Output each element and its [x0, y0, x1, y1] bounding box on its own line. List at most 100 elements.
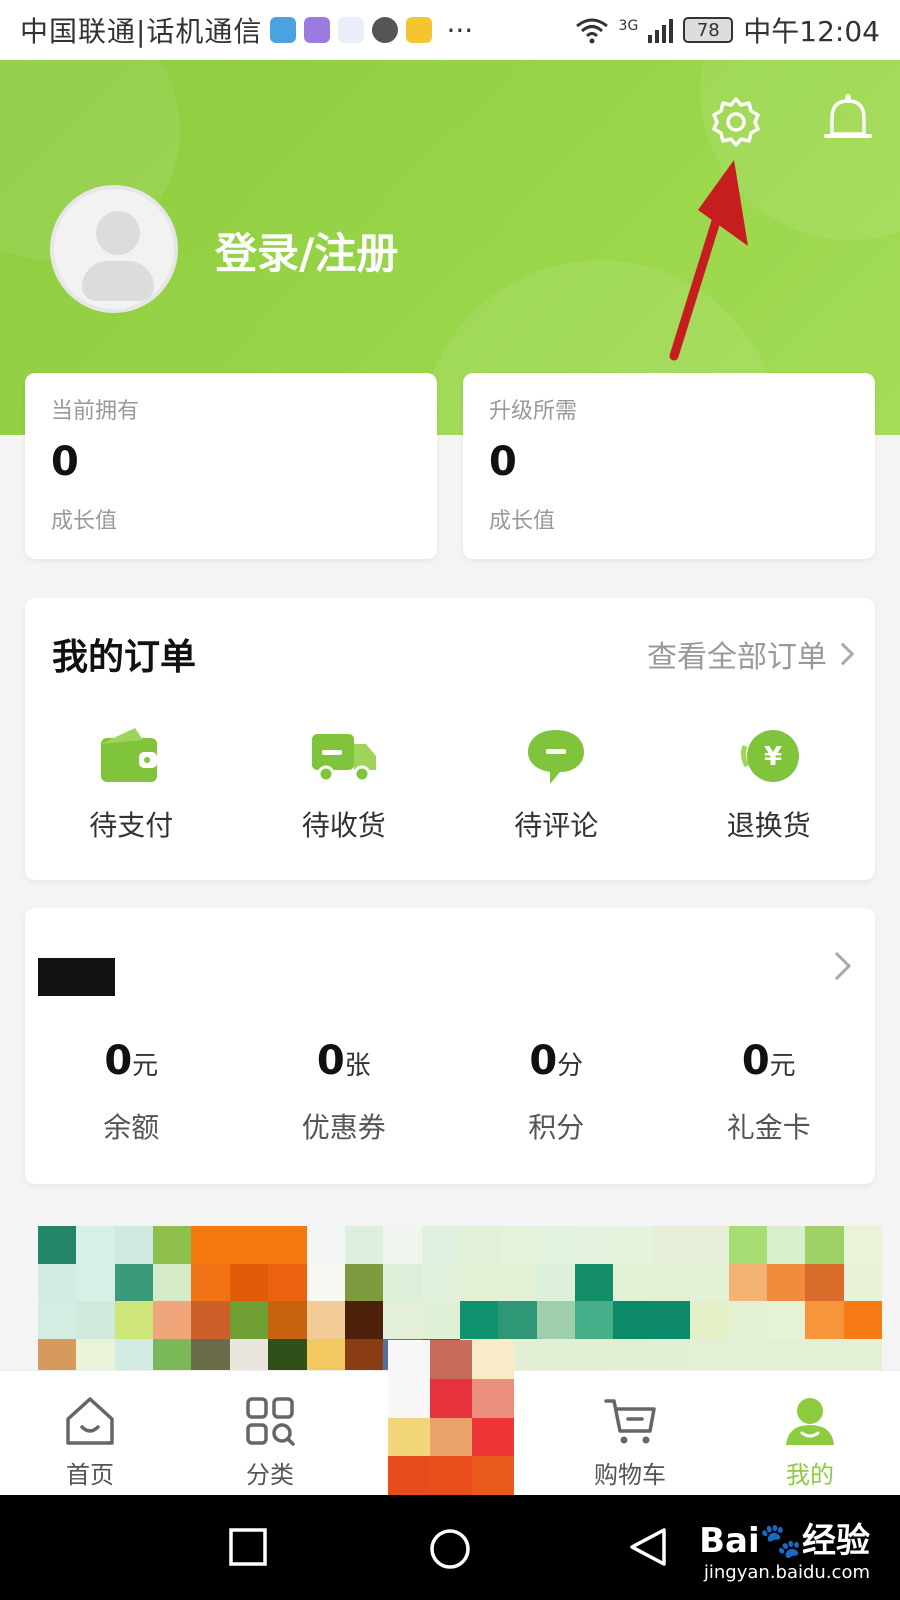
recent-apps-button[interactable]: [228, 1527, 268, 1567]
growth-label: 升级所需: [489, 399, 578, 424]
cart-icon: [604, 1399, 656, 1444]
banner-pixel: [76, 1301, 115, 1339]
tab-category[interactable]: 分类: [180, 1371, 360, 1495]
banner-pixel: [76, 1226, 115, 1264]
promo-pixel: [388, 1378, 430, 1418]
banner-pixel: [268, 1301, 307, 1339]
my-orders-card: 我的订单 查看全部订单 待支付 待收货 待评论 ¥ 退换货: [25, 598, 875, 880]
banner-pixel: [229, 1263, 269, 1301]
banner-pixel: [613, 1301, 652, 1339]
comment-icon: [528, 730, 585, 784]
user-icon: [786, 1398, 834, 1445]
baidu-watermark: Bai🐾经验 jingyan.baidu.com: [699, 1521, 870, 1583]
category-icon: [246, 1397, 295, 1446]
back-button[interactable]: [628, 1527, 668, 1567]
banner-pixel: [268, 1226, 307, 1264]
banner-pixel: [498, 1301, 537, 1339]
banner-pixel: [306, 1301, 345, 1339]
promo-pixel: [472, 1340, 514, 1379]
asset-points[interactable]: 0分 积分: [450, 1038, 663, 1146]
app-notification-icon: [406, 17, 433, 43]
order-label: 待评论: [514, 809, 599, 842]
banner-pixel: [651, 1301, 691, 1339]
promo-pixel: [472, 1378, 514, 1418]
banner-pixel: [191, 1263, 230, 1301]
growth-card-current: 当前拥有 0 成长值: [25, 373, 437, 559]
growth-value: 0: [489, 439, 517, 485]
promo-pixel: [472, 1417, 514, 1457]
asset-balance[interactable]: 0元 余额: [25, 1038, 238, 1146]
more-notifications: ···: [446, 13, 474, 47]
promo-pixel: [430, 1417, 472, 1457]
network-type: 3G: [618, 18, 639, 34]
asset-value: 0元: [741, 1038, 796, 1084]
settings-gear-icon[interactable]: [710, 96, 762, 148]
banner-pixel: [536, 1226, 576, 1264]
order-label: 待收货: [301, 809, 386, 842]
banner-pixel: [383, 1263, 422, 1301]
chevron-right-icon[interactable]: [822, 951, 852, 981]
order-returns[interactable]: ¥ 退换货: [663, 726, 876, 844]
banner-pixel: [383, 1301, 422, 1339]
status-bar: 中国联通|话机通信 ··· 3G 78 中午12:04: [0, 0, 900, 60]
order-pending-delivery[interactable]: 待收货: [238, 726, 451, 844]
asset-label: 积分: [528, 1111, 585, 1144]
notification-icons: ···: [270, 14, 473, 47]
banner-pixel: [575, 1301, 614, 1339]
growth-unit: 成长值: [51, 509, 118, 534]
truck-icon: [311, 734, 376, 783]
system-nav-bar: Bai🐾经验 jingyan.baidu.com: [0, 1495, 900, 1600]
asset-label: 余额: [103, 1111, 160, 1144]
promo-pixel: [430, 1456, 472, 1495]
banner-pixel: [690, 1226, 729, 1264]
banner-pixel: [536, 1263, 576, 1301]
svg-text:¥: ¥: [764, 742, 782, 772]
banner-pixel: [306, 1263, 345, 1301]
home-button[interactable]: [428, 1527, 472, 1571]
app-notification-icon: [270, 17, 297, 43]
assets-card[interactable]: 0元 余额 0张 优惠券 0分 积分 0元 礼金卡: [25, 908, 875, 1184]
tab-mine[interactable]: 我的: [720, 1371, 900, 1495]
view-all-orders-link[interactable]: 查看全部订单: [647, 632, 855, 676]
carrier-label: 中国联通|话机通信: [20, 15, 263, 48]
center-promo-image[interactable]: [388, 1340, 514, 1495]
banner-pixel: [421, 1301, 460, 1339]
tab-label: 购物车: [594, 1461, 666, 1489]
banner-pixel: [153, 1263, 192, 1301]
promo-pixel: [430, 1378, 472, 1418]
banner-pixel: [498, 1263, 537, 1301]
tab-label: 分类: [246, 1461, 294, 1489]
asset-coupons[interactable]: 0张 优惠券: [238, 1038, 451, 1146]
growth-unit: 成长值: [489, 509, 556, 534]
banner-pixel: [114, 1226, 154, 1264]
wallet-icon: [101, 728, 158, 782]
promo-pixel: [388, 1340, 430, 1379]
home-icon: [66, 1397, 114, 1445]
order-pending-payment[interactable]: 待支付: [25, 726, 238, 844]
banner-pixel: [114, 1301, 154, 1339]
app-notification-icon: [338, 17, 365, 43]
asset-label: 优惠券: [301, 1111, 386, 1144]
banner-pixel: [575, 1263, 614, 1301]
avatar[interactable]: [50, 185, 178, 313]
banner-pixel: [459, 1226, 499, 1264]
notification-bell-icon[interactable]: [822, 92, 874, 150]
growth-card-upgrade: 升级所需 0 成长值: [463, 373, 875, 559]
promo-pixel: [388, 1456, 430, 1495]
tab-label: 首页: [66, 1461, 114, 1489]
order-pending-review[interactable]: 待评论: [450, 726, 663, 844]
annotation-arrow: [669, 160, 748, 361]
battery-indicator: 78: [683, 17, 734, 43]
tab-cart[interactable]: 购物车: [540, 1371, 720, 1495]
banner-pixel: [651, 1226, 691, 1264]
banner-pixel: [459, 1263, 499, 1301]
asset-gift-card[interactable]: 0元 礼金卡: [663, 1038, 876, 1146]
growth-value: 0: [51, 439, 79, 485]
banner-pixel: [498, 1226, 537, 1264]
banner-pixel: [229, 1301, 269, 1339]
login-register-link[interactable]: 登录/注册: [215, 220, 398, 281]
banner-pixel: [344, 1263, 384, 1301]
banner-pixel: [805, 1226, 844, 1264]
tab-home[interactable]: 首页: [0, 1371, 180, 1495]
orders-title: 我的订单: [52, 637, 197, 678]
